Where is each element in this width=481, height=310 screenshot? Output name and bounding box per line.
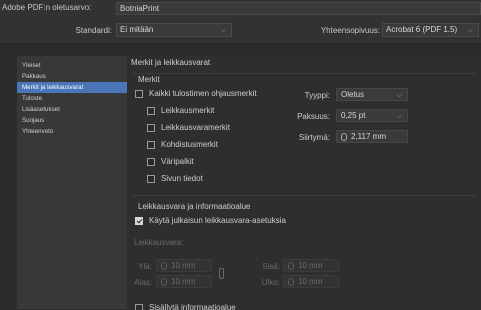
color-bars-checkbox[interactable] [147, 157, 155, 166]
stepper-icon[interactable] [161, 261, 167, 270]
compat-select[interactable]: Acrobat 6 (PDF 1.5) ⌵ [382, 23, 479, 37]
sidebar-item-output[interactable]: Tuloste [17, 93, 127, 104]
weight-label: Paksuus: [297, 112, 330, 121]
chain-link-icon[interactable] [219, 268, 224, 279]
top-bleed-value: 10 mm [171, 261, 196, 270]
stepper-icon[interactable] [288, 277, 294, 286]
inside-bleed-field[interactable]: 10 mm [283, 259, 339, 272]
offset-field[interactable]: 2,117 mm [336, 130, 408, 143]
chevron-down-icon: ⌵ [467, 27, 473, 34]
stepper-icon[interactable] [288, 261, 294, 270]
color-bars-label: Väripalkit [161, 157, 194, 166]
type-value: Oletus [341, 90, 365, 99]
outside-bleed-value: 10 mm [298, 277, 323, 286]
all-marks-row[interactable]: Kaikki tulostimen ohjausmerkit [135, 89, 257, 98]
top-bleed-field[interactable]: 10 mm [156, 259, 212, 272]
page-info-label: Sivun tiedot [161, 174, 203, 183]
offset-value: 2,117 mm [351, 132, 386, 141]
page-title: Merkit ja leikkausvarat [131, 58, 211, 67]
chevron-down-icon: ⌵ [396, 113, 402, 120]
sidebar-item-summary[interactable]: Yhteenveto [17, 126, 127, 137]
outside-bleed-field[interactable]: 10 mm [283, 275, 339, 288]
sidebar-item-security[interactable]: Suojaus [17, 115, 127, 126]
include-slug-row[interactable]: Sisällytä informaatioalue [135, 303, 236, 310]
bleed-marks-checkbox[interactable] [147, 123, 155, 132]
preset-field[interactable]: BotniaPrint [116, 2, 481, 15]
stepper-icon[interactable] [341, 132, 347, 141]
sidebar-item-general[interactable]: Yleiset [17, 60, 127, 71]
bleed-marks-label: Leikkausvaramerkit [161, 123, 230, 132]
type-select[interactable]: Oletus ⌵ [336, 88, 408, 101]
standard-value: Ei mitään [120, 25, 154, 34]
use-doc-bleed-checkbox[interactable] [135, 216, 143, 225]
sidebar-item-compression[interactable]: Pakkaus [17, 71, 127, 82]
chevron-down-icon: ⌵ [396, 92, 402, 99]
bottom-bleed-value: 10 mm [171, 277, 196, 286]
use-doc-bleed-label: Käytä julkaisun leikkausvara-asetuksia [149, 216, 286, 225]
standard-select[interactable]: Ei mitään ⌵ [116, 23, 232, 37]
standard-label: Standardi: [75, 26, 112, 35]
top-label: Ylä: [138, 262, 152, 271]
sidebar-item-advanced[interactable]: Lisäasetukset [17, 104, 127, 115]
compat-label: Yhteensopivuus: [320, 26, 380, 35]
preset-label: Adobe PDF:n oletusarvo: [2, 3, 92, 12]
divider [131, 195, 477, 196]
use-doc-bleed-row[interactable]: Käytä julkaisun leikkausvara-asetuksia [135, 216, 286, 225]
include-slug-label: Sisällytä informaatioalue [149, 303, 236, 310]
weight-value: 0,25 pt [341, 111, 366, 120]
weight-select[interactable]: 0,25 pt ⌵ [336, 109, 408, 122]
type-label: Tyyppi: [304, 91, 330, 100]
category-sidebar: Yleiset Pakkaus Merkit ja leikkausvarat … [16, 55, 128, 310]
compat-value: Acrobat 6 (PDF 1.5) [386, 25, 458, 34]
chevron-down-icon: ⌵ [220, 27, 226, 34]
crop-marks-label: Leikkausmerkit [161, 106, 215, 115]
bleed-marks-row[interactable]: Leikkausvaramerkit [147, 123, 230, 132]
stepper-icon[interactable] [161, 277, 167, 286]
sidebar-item-marks-bleeds[interactable]: Merkit ja leikkausvarat [17, 82, 127, 93]
page-info-checkbox[interactable] [147, 174, 155, 183]
bottom-bleed-field[interactable]: 10 mm [156, 275, 212, 288]
registration-marks-label: Kohdistusmerkit [161, 140, 218, 149]
bleed-section-title: Leikkausvara ja informaatioalue [138, 202, 251, 211]
inside-label: Sisä: [262, 262, 280, 271]
page-info-row[interactable]: Sivun tiedot [147, 174, 203, 183]
all-marks-checkbox[interactable] [135, 89, 143, 98]
dialog-header: Adobe PDF:n oletusarvo: BotniaPrint Stan… [0, 0, 481, 44]
all-marks-label: Kaikki tulostimen ohjausmerkit [149, 89, 257, 98]
include-slug-checkbox[interactable] [135, 303, 143, 310]
color-bars-row[interactable]: Väripalkit [147, 157, 194, 166]
marks-section-title: Merkit [138, 75, 160, 84]
offset-label: Siirtymä: [298, 133, 330, 142]
divider [131, 73, 477, 74]
crop-marks-checkbox[interactable] [147, 106, 155, 115]
registration-marks-row[interactable]: Kohdistusmerkit [147, 140, 218, 149]
bottom-label: Alas: [134, 278, 152, 287]
bleed-label: Leikkausvara: [134, 238, 184, 247]
crop-marks-row[interactable]: Leikkausmerkit [147, 106, 214, 115]
registration-marks-checkbox[interactable] [147, 140, 155, 149]
outside-label: Ulko: [261, 278, 280, 287]
inside-bleed-value: 10 mm [298, 261, 323, 270]
main-panel: Merkit ja leikkausvarat Merkit Kaikki tu… [128, 55, 481, 310]
